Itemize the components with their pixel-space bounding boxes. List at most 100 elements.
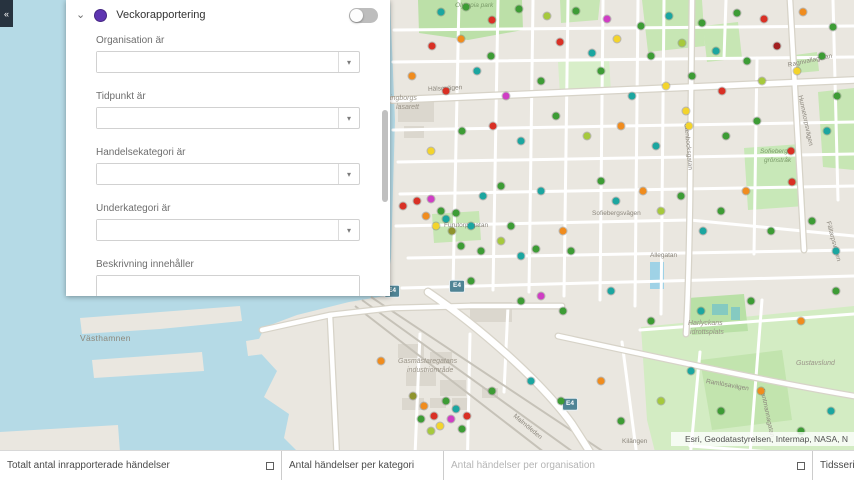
incident-marker[interactable]: [718, 408, 725, 415]
caret-down-icon[interactable]: ▾: [338, 108, 359, 128]
incident-marker[interactable]: [686, 123, 693, 130]
incident-marker[interactable]: [518, 298, 525, 305]
incident-marker[interactable]: [718, 208, 725, 215]
handelsekategori-select[interactable]: ▾: [96, 163, 360, 185]
organisation-select[interactable]: ▾: [96, 51, 360, 73]
incident-marker[interactable]: [688, 368, 695, 375]
incident-marker[interactable]: [824, 128, 831, 135]
incident-marker[interactable]: [433, 223, 440, 230]
incident-marker[interactable]: [538, 188, 545, 195]
incident-marker[interactable]: [618, 123, 625, 130]
underkategori-input[interactable]: [97, 220, 338, 240]
incident-marker[interactable]: [700, 228, 707, 235]
caret-down-icon[interactable]: ▾: [338, 164, 359, 184]
incident-marker[interactable]: [428, 196, 435, 203]
incident-marker[interactable]: [666, 13, 673, 20]
incident-marker[interactable]: [598, 378, 605, 385]
caret-down-icon[interactable]: ▾: [338, 52, 359, 72]
incident-marker[interactable]: [463, 4, 470, 11]
incident-marker[interactable]: [800, 9, 807, 16]
incident-marker[interactable]: [458, 36, 465, 43]
incident-marker[interactable]: [431, 413, 438, 420]
incident-marker[interactable]: [409, 73, 416, 80]
incident-marker[interactable]: [538, 78, 545, 85]
incident-marker[interactable]: [723, 133, 730, 140]
incident-marker[interactable]: [429, 43, 436, 50]
incident-marker[interactable]: [410, 393, 417, 400]
incident-marker[interactable]: [809, 218, 816, 225]
widget-collapse-icon[interactable]: «: [0, 0, 13, 27]
incident-marker[interactable]: [516, 6, 523, 13]
handelsekategori-input[interactable]: [97, 164, 338, 184]
incident-marker[interactable]: [833, 288, 840, 295]
beskrivning-input[interactable]: [97, 276, 359, 296]
incident-marker[interactable]: [584, 133, 591, 140]
incident-marker[interactable]: [789, 179, 796, 186]
incident-marker[interactable]: [759, 78, 766, 85]
incident-marker[interactable]: [557, 39, 564, 46]
widget-incidents-per-organisation[interactable]: Antal händelser per organisation: [444, 451, 812, 480]
tidpunkt-select[interactable]: ▾: [96, 107, 360, 129]
incident-marker[interactable]: [480, 193, 487, 200]
incident-marker[interactable]: [453, 210, 460, 217]
incident-marker[interactable]: [698, 308, 705, 315]
incident-marker[interactable]: [449, 228, 456, 235]
panel-scrollbar[interactable]: [382, 110, 388, 202]
incident-marker[interactable]: [490, 123, 497, 130]
expand-icon[interactable]: [266, 462, 274, 470]
incident-marker[interactable]: [830, 24, 837, 31]
incident-marker[interactable]: [478, 248, 485, 255]
incident-marker[interactable]: [443, 216, 450, 223]
beskrivning-input-box[interactable]: [96, 275, 360, 296]
incident-marker[interactable]: [544, 13, 551, 20]
incident-marker[interactable]: [658, 208, 665, 215]
incident-marker[interactable]: [833, 248, 840, 255]
incident-marker[interactable]: [568, 248, 575, 255]
incident-marker[interactable]: [744, 58, 751, 65]
widget-total-incidents[interactable]: Totalt antal inrapporterade händelser: [0, 451, 281, 480]
incident-marker[interactable]: [459, 426, 466, 433]
incident-marker[interactable]: [553, 113, 560, 120]
incident-marker[interactable]: [489, 17, 496, 24]
incident-marker[interactable]: [754, 118, 761, 125]
incident-marker[interactable]: [488, 53, 495, 60]
incident-marker[interactable]: [437, 423, 444, 430]
incident-marker[interactable]: [648, 53, 655, 60]
incident-marker[interactable]: [443, 398, 450, 405]
incident-marker[interactable]: [508, 223, 515, 230]
widget-time-series[interactable]: Tidsserie: [813, 451, 854, 480]
incident-marker[interactable]: [498, 238, 505, 245]
incident-marker[interactable]: [734, 10, 741, 17]
incident-marker[interactable]: [533, 246, 540, 253]
incident-marker[interactable]: [699, 20, 706, 27]
incident-marker[interactable]: [598, 178, 605, 185]
incident-marker[interactable]: [448, 416, 455, 423]
incident-marker[interactable]: [604, 16, 611, 23]
incident-marker[interactable]: [598, 68, 605, 75]
incident-marker[interactable]: [653, 143, 660, 150]
incident-marker[interactable]: [589, 50, 596, 57]
incident-marker[interactable]: [629, 93, 636, 100]
incident-marker[interactable]: [798, 318, 805, 325]
expand-icon[interactable]: [797, 462, 805, 470]
incident-marker[interactable]: [498, 183, 505, 190]
incident-marker[interactable]: [713, 48, 720, 55]
incident-marker[interactable]: [400, 203, 407, 210]
incident-marker[interactable]: [573, 8, 580, 15]
incident-marker[interactable]: [819, 53, 826, 60]
incident-marker[interactable]: [663, 83, 670, 90]
tidpunkt-input[interactable]: [97, 108, 338, 128]
incident-marker[interactable]: [438, 9, 445, 16]
incident-marker[interactable]: [689, 73, 696, 80]
incident-marker[interactable]: [768, 228, 775, 235]
incident-marker[interactable]: [560, 228, 567, 235]
incident-marker[interactable]: [719, 88, 726, 95]
incident-marker[interactable]: [459, 128, 466, 135]
incident-marker[interactable]: [538, 293, 545, 300]
incident-marker[interactable]: [640, 188, 647, 195]
incident-marker[interactable]: [608, 288, 615, 295]
incident-marker[interactable]: [683, 108, 690, 115]
incident-marker[interactable]: [834, 93, 841, 100]
incident-marker[interactable]: [678, 193, 685, 200]
incident-marker[interactable]: [421, 403, 428, 410]
